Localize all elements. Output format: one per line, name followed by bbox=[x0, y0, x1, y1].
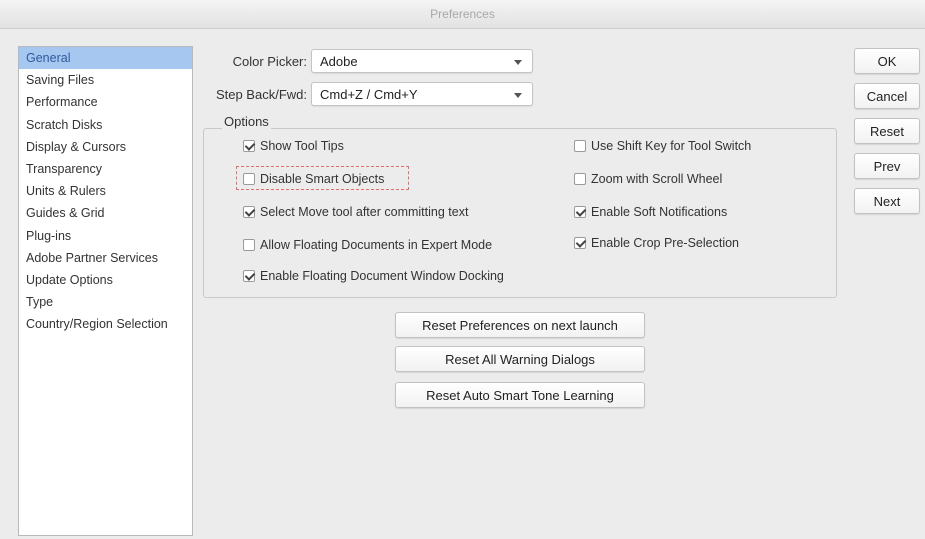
sidebar-item-display-cursors[interactable]: Display & Cursors bbox=[19, 136, 192, 158]
checkbox-checked-icon bbox=[574, 206, 586, 218]
color-picker-row: Color Picker: Adobe bbox=[213, 49, 533, 73]
select-move-tool-checkbox[interactable]: Select Move tool after committing text bbox=[243, 205, 468, 219]
checkbox-checked-icon bbox=[574, 237, 586, 249]
checkbox-unchecked-icon bbox=[574, 140, 586, 152]
color-picker-select[interactable]: Adobe bbox=[311, 49, 533, 73]
allow-floating-docs-checkbox[interactable]: Allow Floating Documents in Expert Mode bbox=[243, 238, 492, 252]
enable-soft-notifications-checkbox[interactable]: Enable Soft Notifications bbox=[574, 205, 727, 219]
enable-floating-docking-label: Enable Floating Document Window Docking bbox=[260, 269, 504, 283]
color-picker-value: Adobe bbox=[320, 54, 358, 69]
select-move-tool-label: Select Move tool after committing text bbox=[260, 205, 469, 219]
use-shift-key-checkbox[interactable]: Use Shift Key for Tool Switch bbox=[574, 139, 751, 153]
sidebar-item-units-rulers[interactable]: Units & Rulers bbox=[19, 180, 192, 202]
reset-preferences-button[interactable]: Reset Preferences on next launch bbox=[395, 312, 645, 338]
reset-warning-dialogs-button[interactable]: Reset All Warning Dialogs bbox=[395, 346, 645, 372]
sidebar-item-transparency[interactable]: Transparency bbox=[19, 158, 192, 180]
checkbox-unchecked-icon bbox=[243, 239, 255, 251]
checkbox-checked-icon bbox=[243, 140, 255, 152]
sidebar-item-type[interactable]: Type bbox=[19, 291, 192, 313]
sidebar-item-country-region[interactable]: Country/Region Selection bbox=[19, 313, 192, 335]
options-group-title: Options bbox=[222, 114, 271, 129]
enable-crop-preselection-checkbox[interactable]: Enable Crop Pre-Selection bbox=[574, 236, 739, 250]
window-title: Preferences bbox=[0, 0, 925, 29]
step-back-value: Cmd+Z / Cmd+Y bbox=[320, 87, 418, 102]
checkbox-checked-icon bbox=[243, 206, 255, 218]
chevron-down-icon bbox=[514, 93, 522, 98]
sidebar-item-guides-grid[interactable]: Guides & Grid bbox=[19, 202, 192, 224]
cancel-button[interactable]: Cancel bbox=[854, 83, 920, 109]
show-tool-tips-checkbox[interactable]: Show Tool Tips bbox=[243, 139, 344, 153]
checkbox-checked-icon bbox=[243, 270, 255, 282]
use-shift-key-label: Use Shift Key for Tool Switch bbox=[591, 139, 752, 153]
step-back-select[interactable]: Cmd+Z / Cmd+Y bbox=[311, 82, 533, 106]
preferences-window: Preferences General Saving Files Perform… bbox=[0, 0, 925, 539]
sidebar-item-update-options[interactable]: Update Options bbox=[19, 269, 192, 291]
next-button[interactable]: Next bbox=[854, 188, 920, 214]
sidebar-item-scratch-disks[interactable]: Scratch Disks bbox=[19, 114, 192, 136]
zoom-scroll-wheel-checkbox[interactable]: Zoom with Scroll Wheel bbox=[574, 172, 722, 186]
sidebar: General Saving Files Performance Scratch… bbox=[18, 46, 193, 536]
prev-button[interactable]: Prev bbox=[854, 153, 920, 179]
disable-smart-objects-label: Disable Smart Objects bbox=[260, 172, 385, 186]
enable-soft-notifications-label: Enable Soft Notifications bbox=[591, 205, 728, 219]
enable-crop-preselection-label: Enable Crop Pre-Selection bbox=[591, 236, 739, 250]
chevron-down-icon bbox=[514, 60, 522, 65]
sidebar-item-saving-files[interactable]: Saving Files bbox=[19, 69, 192, 91]
sidebar-item-plug-ins[interactable]: Plug-ins bbox=[19, 225, 192, 247]
step-back-row: Step Back/Fwd: Cmd+Z / Cmd+Y bbox=[200, 82, 533, 106]
show-tool-tips-label: Show Tool Tips bbox=[260, 139, 344, 153]
allow-floating-docs-label: Allow Floating Documents in Expert Mode bbox=[260, 238, 493, 252]
sidebar-item-performance[interactable]: Performance bbox=[19, 91, 192, 113]
ok-button[interactable]: OK bbox=[854, 48, 920, 74]
checkbox-unchecked-icon bbox=[574, 173, 586, 185]
sidebar-item-general[interactable]: General bbox=[19, 47, 192, 70]
reset-button[interactable]: Reset bbox=[854, 118, 920, 144]
color-picker-label: Color Picker: bbox=[232, 53, 307, 69]
enable-floating-docking-checkbox[interactable]: Enable Floating Document Window Docking bbox=[243, 269, 504, 283]
sidebar-item-adobe-partner-services[interactable]: Adobe Partner Services bbox=[19, 247, 192, 269]
step-back-label: Step Back/Fwd: bbox=[215, 86, 307, 102]
reset-smart-tone-button[interactable]: Reset Auto Smart Tone Learning bbox=[395, 382, 645, 408]
disable-smart-objects-checkbox[interactable]: Disable Smart Objects bbox=[243, 172, 384, 186]
zoom-scroll-wheel-label: Zoom with Scroll Wheel bbox=[591, 172, 723, 186]
checkbox-unchecked-icon bbox=[243, 173, 255, 185]
